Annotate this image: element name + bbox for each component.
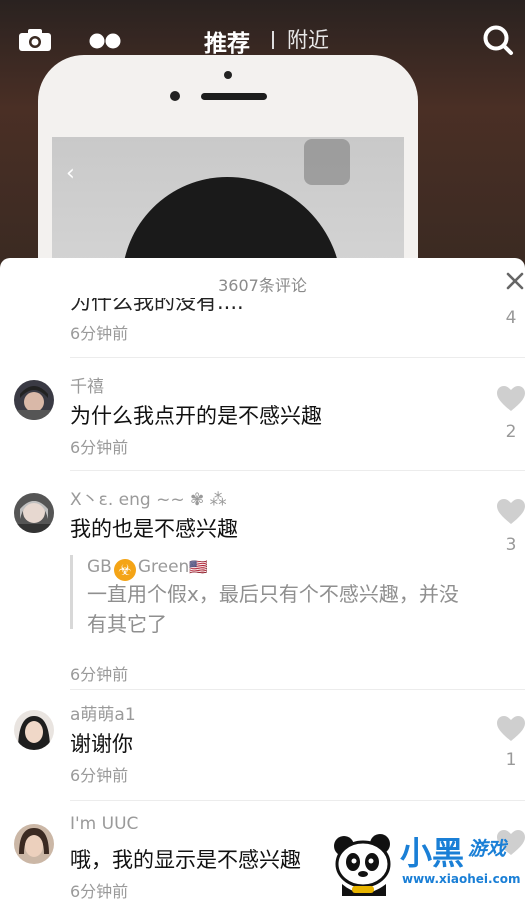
reply-username-prefix: GB — [87, 557, 112, 577]
comment-username[interactable]: 千禧 — [70, 372, 104, 397]
like-count: 4 — [505, 308, 517, 328]
xiaohei-watermark: 小黑 游戏 www.xiaohei.com — [330, 828, 525, 900]
comment-time: 6分钟前 — [70, 665, 129, 684]
comment-text: 我的也是不感兴趣 — [70, 517, 238, 541]
comment-text: 为什么我点开的是不感兴趣 — [70, 404, 322, 428]
comment-time: 6分钟前 — [70, 882, 129, 900]
heart-icon[interactable] — [497, 499, 525, 525]
reply-username[interactable]: GB ☣ Green🇺🇸 — [87, 557, 208, 581]
comment-time: 6分钟前 — [70, 766, 129, 785]
watermark-sub: 游戏 — [468, 838, 507, 860]
tab-recommend[interactable]: 推荐 — [204, 24, 250, 58]
comment-text: 哦，我的显示是不感兴趣 — [70, 848, 301, 872]
comment-username[interactable]: a萌萌a1 — [70, 700, 136, 725]
dots-icon[interactable] — [88, 32, 122, 50]
like-count: 1 — [505, 750, 517, 770]
comment-divider — [70, 800, 525, 801]
us-flag-icon: 🇺🇸 — [189, 558, 209, 576]
reply-username-suffix: Green — [137, 557, 190, 577]
comment-time: 6分钟前 — [70, 324, 129, 343]
reply-text: 一直用个假x，最后只有个不感兴趣，并没有其它了 — [87, 582, 459, 636]
avatar[interactable] — [14, 710, 54, 750]
camera-icon[interactable] — [18, 28, 52, 52]
comment-divider — [70, 689, 525, 690]
biohazard-icon: ☣ — [113, 559, 136, 581]
comment-divider — [70, 357, 525, 358]
like-count: 2 — [505, 422, 517, 442]
comments-count-title: 3607条评论 — [218, 276, 307, 295]
close-icon[interactable] — [506, 272, 524, 290]
top-navigation: 推荐 附近 — [0, 0, 525, 80]
avatar[interactable] — [14, 380, 54, 420]
avatar[interactable] — [14, 493, 54, 533]
reply-quote[interactable]: GB ☣ Green🇺🇸 一直用个假x，最后只有个不感兴趣，并没有其它了 — [70, 555, 463, 636]
comment-time: 6分钟前 — [70, 438, 129, 457]
like-count: 3 — [505, 535, 517, 555]
avatar[interactable] — [14, 824, 54, 864]
watermark-url: www.xiaohei.com — [402, 872, 521, 886]
comment-text: 谢谢你 — [70, 732, 133, 756]
watermark-brand: 小黑 — [400, 834, 465, 872]
heart-icon[interactable] — [497, 386, 525, 412]
comment-username[interactable]: I'm UUC — [70, 814, 138, 834]
comments-sheet: 3607条评论 为什么我的没有.... 6分钟前 4 千禧 为什么我点开的是不感… — [0, 258, 525, 900]
comment-username[interactable]: X丶ε. eng ~~ ✾ ⁂ — [70, 485, 227, 510]
tab-divider — [272, 31, 274, 49]
panda-logo-icon — [334, 834, 391, 896]
video-phone-image: ‹ — [38, 55, 418, 270]
search-icon[interactable] — [482, 24, 514, 56]
heart-icon[interactable] — [497, 716, 525, 742]
tab-nearby[interactable]: 附近 — [287, 24, 329, 54]
comment-divider — [70, 470, 525, 471]
